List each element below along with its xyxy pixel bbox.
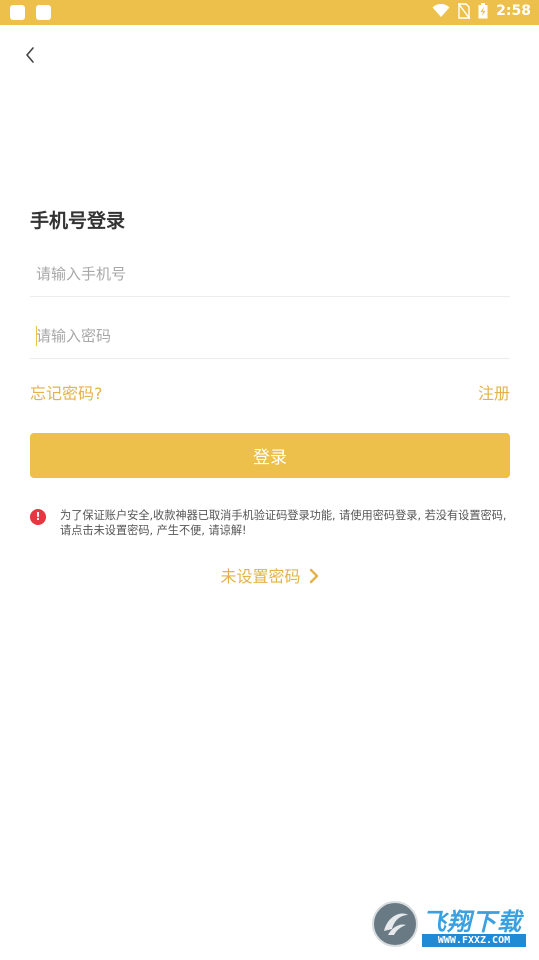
watermark-url: WWW.FXXZ.COM bbox=[422, 934, 526, 947]
back-button[interactable] bbox=[18, 42, 42, 68]
battery-charging-icon bbox=[478, 3, 488, 19]
clock: 2:58 bbox=[496, 3, 531, 19]
watermark-brand: 飞翔下载 bbox=[422, 908, 522, 936]
security-notice: ! 为了保证账户安全,收款神器已取消手机验证码登录功能, 请使用密码登录, 若没… bbox=[30, 508, 512, 538]
exclamation-icon: ! bbox=[30, 509, 46, 525]
watermark: 飞翔下载 WWW.FXXZ.COM bbox=[372, 900, 528, 950]
no-sim-icon bbox=[458, 3, 471, 19]
status-bar: 2:58 bbox=[0, 0, 539, 25]
unset-password-link[interactable]: 未设置密码 bbox=[0, 563, 539, 588]
forgot-password-link[interactable]: 忘记密码? bbox=[30, 380, 103, 404]
login-button[interactable]: 登录 bbox=[30, 433, 510, 478]
unset-password-label: 未设置密码 bbox=[220, 567, 301, 586]
wifi-icon bbox=[432, 4, 450, 17]
password-input[interactable] bbox=[30, 314, 516, 358]
page-title: 手机号登录 bbox=[30, 210, 126, 232]
chevron-right-icon bbox=[309, 568, 319, 588]
chevron-left-icon bbox=[26, 47, 34, 63]
notification-icon bbox=[10, 5, 25, 20]
notice-text: 为了保证账户安全,收款神器已取消手机验证码登录功能, 请使用密码登录, 若没有设… bbox=[60, 509, 507, 537]
password-field[interactable] bbox=[30, 314, 516, 359]
system-icons: 2:58 bbox=[432, 3, 531, 19]
watermark-logo-icon bbox=[372, 901, 418, 947]
register-link[interactable]: 注册 bbox=[478, 380, 510, 404]
notification-icons bbox=[10, 5, 51, 20]
text-cursor bbox=[36, 326, 37, 346]
phone-input[interactable] bbox=[30, 252, 516, 296]
phone-field[interactable] bbox=[30, 252, 516, 297]
notification-icon bbox=[36, 5, 51, 20]
